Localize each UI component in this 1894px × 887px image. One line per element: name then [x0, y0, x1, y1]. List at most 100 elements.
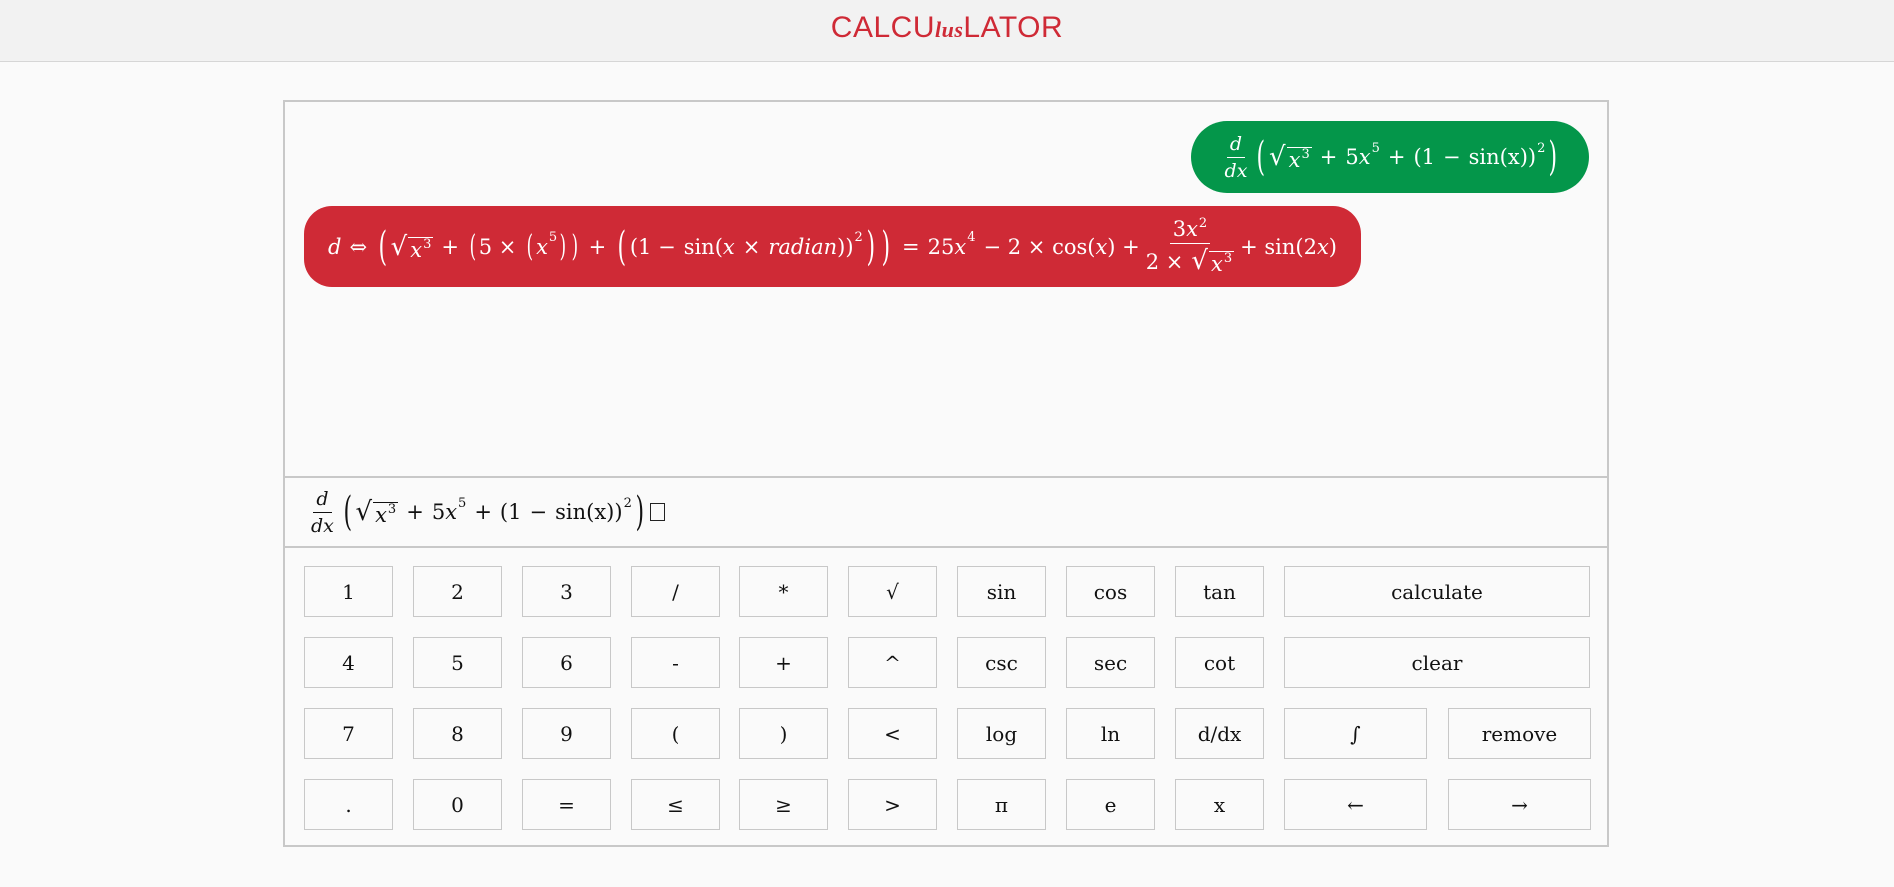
expression-input[interactable]: d dx ( √ x3 + 5x5 + (1− sin (x)) 2 ) — [285, 476, 1607, 548]
key-equals[interactable]: = — [522, 779, 611, 830]
key-csc[interactable]: csc — [957, 637, 1046, 688]
derivative-denominator: dx — [1224, 159, 1248, 182]
logo-text-left: CALCU — [830, 11, 935, 44]
variable: x — [1316, 234, 1329, 259]
derivative-numerator: d — [1226, 133, 1246, 158]
variable: x — [375, 503, 387, 527]
key-greater-equal[interactable]: ≥ — [739, 779, 828, 830]
key-6[interactable]: 6 — [522, 637, 611, 688]
key-multiply[interactable]: * — [739, 566, 828, 617]
key-8[interactable]: 8 — [413, 708, 502, 759]
variable: x — [1210, 252, 1223, 276]
remove-button[interactable]: remove — [1448, 708, 1591, 759]
exponent: 5 — [458, 495, 467, 511]
operator: + — [406, 500, 424, 524]
product-term: 5 × — [478, 234, 517, 259]
big-close-paren: ) — [635, 489, 644, 535]
function-argument: (x) — [1499, 145, 1528, 169]
key-e[interactable]: e — [1066, 779, 1155, 830]
big-close-paren: ) — [881, 223, 891, 270]
big-close-paren: ) — [866, 223, 875, 270]
denominator-coefficient: 2 × — [1145, 250, 1184, 274]
key-sqrt[interactable]: √ — [848, 566, 937, 617]
key-decimal[interactable]: . — [304, 779, 393, 830]
input-cursor-placeholder[interactable] — [650, 503, 666, 521]
exponent: 3 — [1301, 147, 1310, 162]
key-9[interactable]: 9 — [522, 708, 611, 759]
difference-term: 1 − — [638, 234, 676, 259]
operator: + — [441, 234, 459, 259]
key-derivative[interactable]: d/dx — [1175, 708, 1264, 759]
result-fraction: 3x2 2 × √ x3 — [1143, 216, 1237, 276]
key-7[interactable]: 7 — [304, 708, 393, 759]
key-3[interactable]: 3 — [522, 566, 611, 617]
operator: + — [588, 234, 607, 259]
unit-label: radian — [768, 234, 838, 259]
operator: × — [742, 234, 761, 259]
variable: x — [954, 234, 967, 259]
coefficient: 5 — [431, 500, 446, 524]
key-power[interactable]: ^ — [848, 637, 937, 688]
derivative-symbol: d — [328, 234, 342, 259]
key-tan[interactable]: tan — [1175, 566, 1264, 617]
big-open-paren: ( — [617, 223, 627, 270]
variable: x — [722, 234, 735, 259]
paren: ) — [614, 500, 623, 524]
exponent: 2 — [623, 495, 632, 511]
operator: + — [1319, 145, 1338, 169]
key-1[interactable]: 1 — [304, 566, 393, 617]
derivative-operator: d dx — [1222, 133, 1251, 182]
calculate-button[interactable]: calculate — [1284, 566, 1590, 617]
key-log[interactable]: log — [957, 708, 1046, 759]
key-open-paren[interactable]: ( — [631, 708, 720, 759]
radical-icon: √ — [1191, 246, 1208, 276]
app-logo: CALCUlusLATOR — [0, 11, 1894, 45]
function-name: sin — [1468, 145, 1500, 169]
coefficient: 3 — [1172, 217, 1187, 241]
key-cot[interactable]: cot — [1175, 637, 1264, 688]
paren: ( — [499, 500, 509, 524]
exponent: 2 — [854, 230, 863, 245]
key-sin[interactable]: sin — [957, 566, 1046, 617]
key-less-than[interactable]: < — [848, 708, 937, 759]
key-ln[interactable]: ln — [1066, 708, 1155, 759]
key-0[interactable]: 0 — [413, 779, 502, 830]
key-plus[interactable]: + — [739, 637, 828, 688]
key-sec[interactable]: sec — [1066, 637, 1155, 688]
sin-term-close: ) — [1328, 234, 1337, 259]
key-divide[interactable]: / — [631, 566, 720, 617]
logo-text-middle: lus — [935, 17, 964, 42]
paren: ( — [714, 234, 723, 259]
key-minus[interactable]: - — [631, 637, 720, 688]
key-4[interactable]: 4 — [304, 637, 393, 688]
operator: + — [1387, 145, 1406, 169]
big-open-paren: ( — [1256, 134, 1266, 180]
key-pi[interactable]: π — [957, 779, 1046, 830]
key-greater-than[interactable]: > — [848, 779, 937, 830]
key-cos[interactable]: cos — [1066, 566, 1155, 617]
key-x[interactable]: x — [1175, 779, 1264, 830]
exponent: 5 — [548, 230, 558, 245]
cursor-left-button[interactable]: ← — [1284, 779, 1427, 830]
clear-button[interactable]: clear — [1284, 637, 1590, 688]
cursor-right-button[interactable]: → — [1448, 779, 1591, 830]
conversation-history: d dx ( √ x3 + 5x5 + (1− sin (x)) 2 ) d ⇔ ( √… — [285, 102, 1607, 476]
key-2[interactable]: 2 — [413, 566, 502, 617]
coefficient: 25 — [927, 234, 955, 259]
radical-icon: √ — [390, 231, 408, 262]
logo-text-right: LATOR — [963, 11, 1064, 44]
derivative-denominator: dx — [311, 514, 334, 537]
operator: − — [529, 500, 548, 524]
radical-icon: √ — [355, 497, 373, 527]
coefficient: 5 — [1345, 145, 1359, 169]
key-less-equal[interactable]: ≤ — [631, 779, 720, 830]
key-close-paren[interactable]: ) — [739, 708, 828, 759]
question-expression: d dx ( √ x3 + 5x5 + (1− sin (x)) 2 ) — [1219, 133, 1561, 182]
big-close-paren: ) — [1548, 134, 1558, 180]
function-argument: (x) — [586, 500, 615, 524]
exponent: 3 — [387, 502, 397, 517]
key-5[interactable]: 5 — [413, 637, 502, 688]
key-integral[interactable]: ∫ — [1284, 708, 1427, 759]
exponent: 3 — [1223, 251, 1233, 266]
variable: x — [1186, 217, 1198, 241]
